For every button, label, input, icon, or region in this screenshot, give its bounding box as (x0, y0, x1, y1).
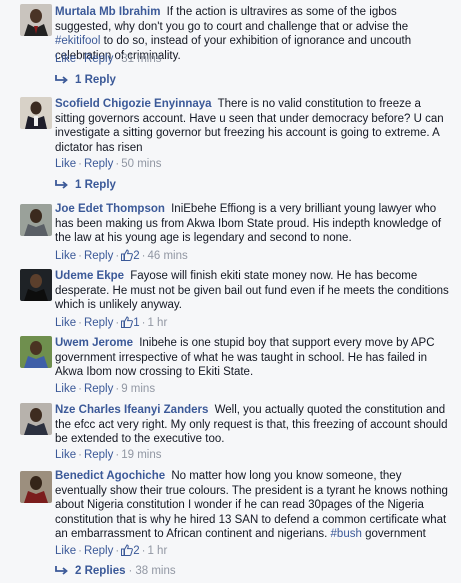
avatar-photo (20, 269, 52, 301)
commenter-name[interactable]: Joe Edet Thompson (55, 203, 165, 215)
like-count[interactable]: 1 (121, 316, 140, 329)
like-link[interactable]: Like (55, 53, 76, 65)
like-thumb-icon (121, 544, 134, 556)
reply-arrow-icon (55, 75, 68, 84)
comment-body: Udeme Ekpe Fayose will finish ekiti stat… (55, 269, 451, 313)
like-thumb-icon (121, 249, 134, 261)
avatar[interactable] (20, 269, 52, 301)
like-link[interactable]: Like (55, 317, 76, 329)
avatar[interactable] (20, 204, 52, 236)
like-thumb-icon (121, 316, 134, 328)
like-count-value[interactable]: 2 (133, 545, 139, 557)
comment-body: Nze Charles Ifeanyi Zanders Well, you ac… (55, 403, 451, 447)
comment-actions: Like · Reply · 19 mins (55, 449, 162, 461)
timestamp[interactable]: 19 mins (121, 449, 161, 461)
avatar-photo (20, 403, 52, 435)
commenter-name[interactable]: Udeme Ekpe (55, 270, 124, 282)
commenter-name[interactable]: Benedict Agochiche (55, 470, 165, 482)
comment-actions: Like · Reply · 9 mins (55, 383, 156, 395)
reply-link[interactable]: Reply (84, 53, 113, 65)
commenter-name[interactable]: Uwem Jerome (55, 337, 133, 349)
avatar[interactable] (20, 471, 52, 503)
comment-body: Benedict Agochiche No matter how long yo… (55, 469, 451, 542)
comment-body: Joe Edet Thompson IniEbehe Effiong is a … (55, 202, 451, 246)
like-count-value[interactable]: 2 (133, 250, 139, 262)
reply-arrow-icon (55, 180, 68, 189)
commenter-name[interactable]: Nze Charles Ifeanyi Zanders (55, 404, 208, 416)
comment-feed: Murtala Mb Ibrahim If the action is ultr… (0, 0, 461, 583)
replies-count[interactable]: 1 Reply (75, 74, 116, 86)
timestamp[interactable]: 9 mins (121, 383, 155, 395)
reply-link[interactable]: Reply (84, 545, 113, 557)
reply-arrow-icon (55, 566, 68, 575)
timestamp[interactable]: 1 hr (147, 317, 167, 329)
reply-link[interactable]: Reply (84, 250, 113, 262)
avatar[interactable] (20, 336, 52, 368)
avatar[interactable] (20, 403, 52, 435)
like-link[interactable]: Like (55, 383, 76, 395)
avatar-photo (20, 4, 52, 36)
timestamp[interactable]: 46 mins (147, 250, 187, 262)
timestamp[interactable]: 1 hr (147, 545, 167, 557)
like-count-value[interactable]: 1 (133, 317, 139, 329)
replies-timestamp[interactable]: 38 mins (135, 565, 175, 577)
comment-actions: Like · Reply · 2 · 1 hr (55, 544, 168, 557)
commenter-name[interactable]: Scofield Chigozie Enyinnaya (55, 98, 212, 110)
comment-actions: Like · Reply · 31 mins (55, 53, 162, 65)
replies-count[interactable]: 1 Reply (75, 179, 116, 191)
timestamp[interactable]: 50 mins (121, 158, 161, 170)
reply-link[interactable]: Reply (84, 158, 113, 170)
replies-count[interactable]: 2 Replies (75, 565, 126, 577)
reply-link[interactable]: Reply (84, 317, 113, 329)
reply-link[interactable]: Reply (84, 383, 113, 395)
avatar-photo (20, 204, 52, 236)
comment-actions: Like · Reply · 2 · 46 mins (55, 249, 188, 262)
timestamp[interactable]: 31 mins (121, 53, 161, 65)
comment-actions: Like · Reply · 50 mins (55, 158, 162, 170)
reply-link[interactable]: Reply (84, 449, 113, 461)
like-link[interactable]: Like (55, 449, 76, 461)
avatar-photo (20, 97, 52, 129)
comment-body: Scofield Chigozie Enyinnaya There is no … (55, 97, 451, 155)
commenter-name[interactable]: Murtala Mb Ibrahim (55, 6, 160, 18)
avatar-photo (20, 336, 52, 368)
avatar[interactable] (20, 4, 52, 36)
avatar[interactable] (20, 97, 52, 129)
view-replies-link[interactable]: 1 Reply (55, 179, 116, 191)
like-link[interactable]: Like (55, 158, 76, 170)
comment-actions: Like · Reply · 1 · 1 hr (55, 316, 168, 329)
hashtag-link[interactable]: #bush (331, 528, 362, 540)
like-count[interactable]: 2 (121, 544, 140, 557)
like-link[interactable]: Like (55, 545, 76, 557)
comment-body: Uwem Jerome Inibehe is one stupid boy th… (55, 336, 451, 380)
avatar-photo (20, 471, 52, 503)
like-link[interactable]: Like (55, 250, 76, 262)
view-replies-link[interactable]: 2 Replies · 38 mins (55, 565, 176, 577)
hashtag-link[interactable]: #ekitifool (55, 35, 100, 47)
like-count[interactable]: 2 (121, 249, 140, 262)
view-replies-link[interactable]: 1 Reply (55, 74, 116, 86)
comment-text-continued: government (361, 528, 426, 540)
